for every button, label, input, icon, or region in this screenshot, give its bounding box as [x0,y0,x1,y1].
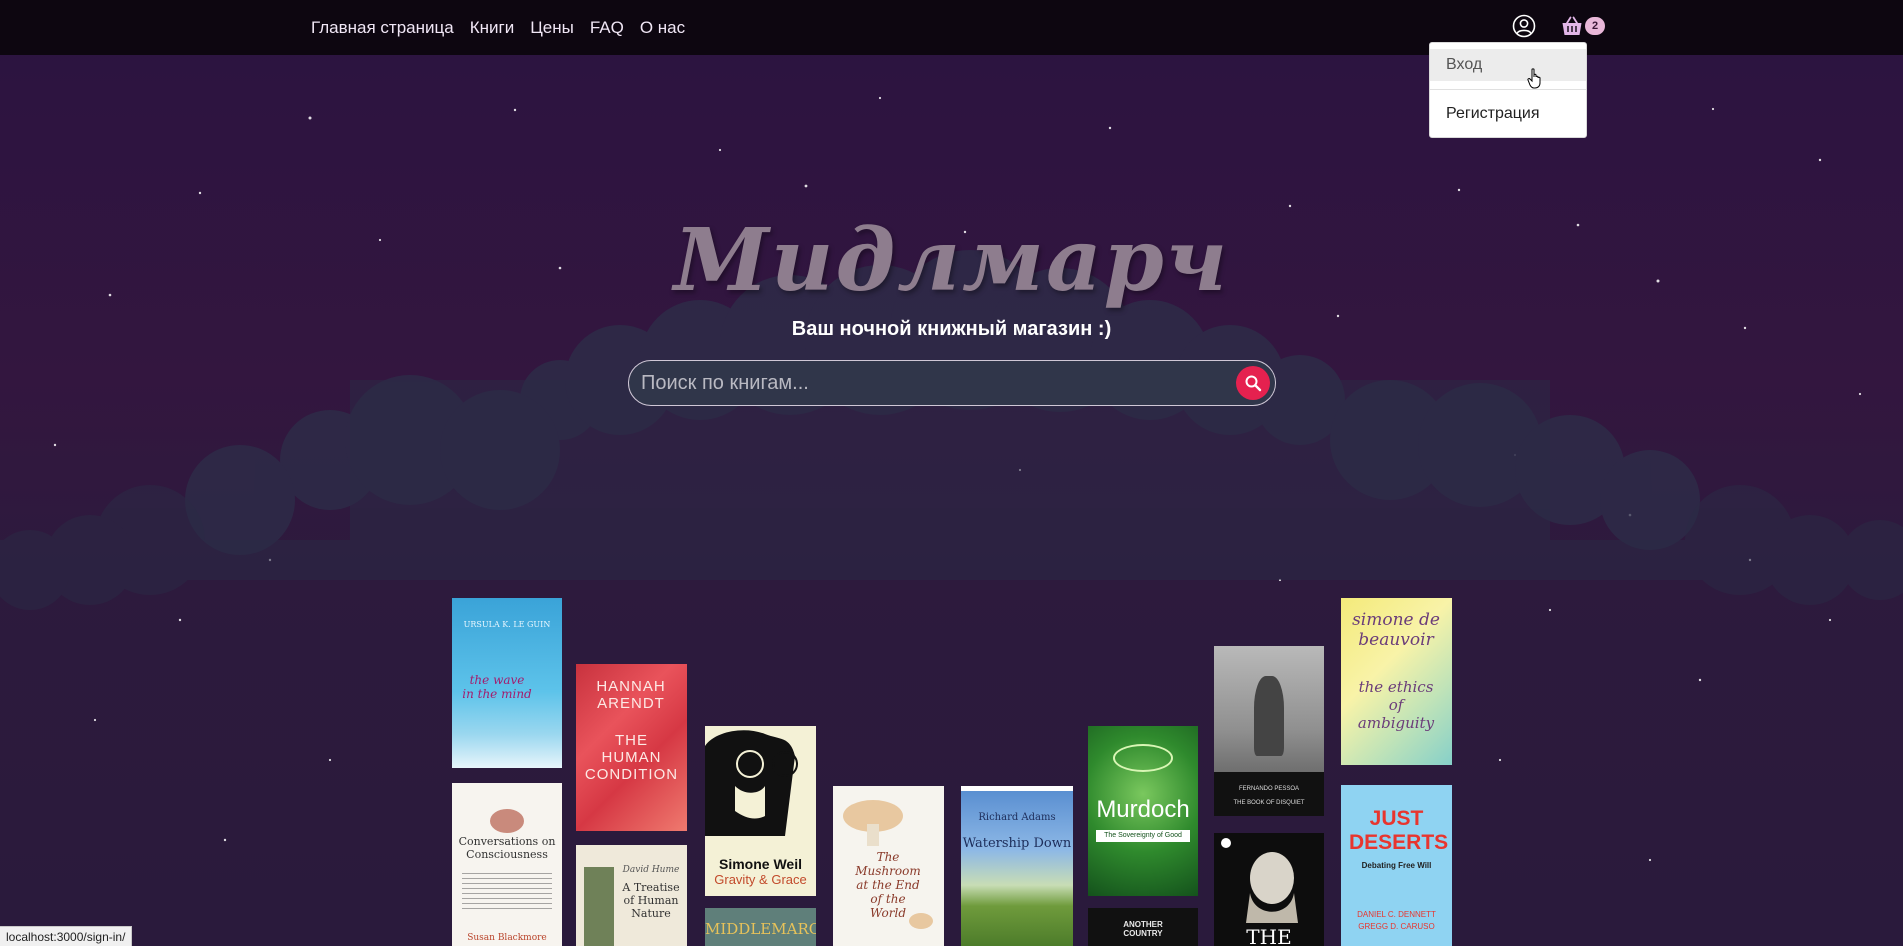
photo-figure-illustration [1254,676,1284,756]
nav-link-books[interactable]: Книги [470,18,514,38]
book-author: HANNAH ARENDT [596,678,666,712]
book-author: Susan Blackmore [467,933,547,943]
book-author: Richard Adams [978,812,1056,823]
book-cover-the-republic[interactable]: THE REPUBLIC [1214,833,1324,946]
stars-and-clouds-decoration [0,96,1903,862]
book-title: A Treatise of Human Nature [622,881,680,920]
book-cover-another-country[interactable]: ANOTHER COUNTRY [1088,908,1198,946]
book-author: David Hume [622,865,680,875]
book-subtitle: Debating Free Will [1361,861,1432,870]
nav-links: Главная страница Книги Цены FAQ О нас [311,0,685,55]
hand-pointer-cursor-icon [1527,68,1541,89]
dropdown-divider [1430,89,1586,90]
book-title: JUST DESERTS [1349,807,1449,854]
halo-illustration [1113,744,1173,772]
book-title: Gravity & Grace [714,872,807,887]
book-author-second: GREGG D. CARUSO [1358,922,1435,931]
book-title: Conversations on Consciousness [458,835,556,861]
book-title: THE HUMAN CONDITION [584,732,679,783]
hero-title: Мидлмарч [673,210,1230,311]
book-cover-ethics-of-ambiguity[interactable]: simone de beauvoir the ethics of ambigui… [1341,598,1452,765]
book-blurb-lines [462,873,552,913]
book-author: Simone Weil [719,856,802,872]
book-cover-gravity-and-grace[interactable]: Simone Weil Gravity & Grace [705,726,816,896]
browser-status-url: localhost:3000/sign-in/ [0,926,133,946]
book-subtitle: The Sovereignty of Good [1096,830,1190,842]
book-cover-middlemarch[interactable]: MIDDLEMARCH [705,908,816,946]
book-cover-wave-in-the-mind[interactable]: URSULA K. LE GUIN the wave in the mind [452,598,562,768]
night-sky-background [0,0,1903,946]
book-author: FERNANDO PESSOA [1238,786,1299,792]
basket-icon [1562,16,1582,35]
user-account-button[interactable] [1510,12,1538,40]
nav-link-about[interactable]: О нас [640,18,685,38]
brain-illustration [490,809,524,833]
book-title: THE REPUBLIC [1246,925,1292,946]
book-title: the wave in the mind [462,673,532,701]
hero-subtitle: Ваш ночной книжный магазин :) [791,318,1112,340]
book-author: URSULA K. LE GUIN [463,620,551,629]
portrait-illustration [584,867,614,946]
search-bar [628,360,1276,406]
book-cover-watership-down[interactable]: Richard Adams Watership Down [961,786,1073,946]
book-title: The Mushroom at the End of the World [855,850,921,920]
cart-button[interactable]: 2 [1558,12,1605,40]
nav-link-faq[interactable]: FAQ [590,18,624,38]
cart-count-badge: 2 [1585,17,1605,35]
book-cover-human-condition[interactable]: HANNAH ARENDT THE HUMAN CONDITION [576,664,687,831]
book-cover-just-deserts[interactable]: JUST DESERTS Debating Free Will DANIEL C… [1341,785,1452,946]
book-title: MIDDLEMARCH [705,920,816,938]
user-icon [1512,14,1536,38]
book-cover-mushroom-end-of-world[interactable]: The Mushroom at the End of the World [833,786,944,946]
book-author: simone de beauvoir [1352,610,1440,650]
book-title: Murdoch [1096,796,1190,823]
search-input[interactable] [641,361,1201,405]
search-icon [1245,375,1262,392]
book-cover-book-of-disquiet[interactable]: FERNANDO PESSOA THE BOOK OF DISQUIET [1214,646,1324,816]
dropdown-item-sign-in[interactable]: Вход [1430,49,1586,81]
top-navbar: Главная страница Книги Цены FAQ О нас 2 [0,0,1903,55]
search-button[interactable] [1236,366,1270,400]
face-illustration [705,730,798,836]
book-cover-sovereignty-of-good[interactable]: Murdoch The Sovereignty of Good [1088,726,1198,896]
book-title: ANOTHER COUNTRY [1123,920,1163,938]
book-title: the ethics of ambiguity [1357,678,1435,732]
nav-icons: 2 [1510,12,1605,40]
nav-link-prices[interactable]: Цены [530,18,574,38]
book-title: THE BOOK OF DISQUIET [1233,800,1305,806]
dropdown-item-register[interactable]: Регистрация [1430,98,1586,130]
book-cover-treatise-of-human-nature[interactable]: David Hume A Treatise of Human Nature [576,845,687,946]
book-author: DANIEL C. DENNETT [1357,910,1436,919]
book-title: Watership Down [962,836,1072,851]
book-cover-conversations-on-consciousness[interactable]: Conversations on Consciousness Susan Bla… [452,783,562,946]
account-dropdown-menu: Вход Регистрация [1429,42,1587,138]
nav-link-home[interactable]: Главная страница [311,18,454,38]
